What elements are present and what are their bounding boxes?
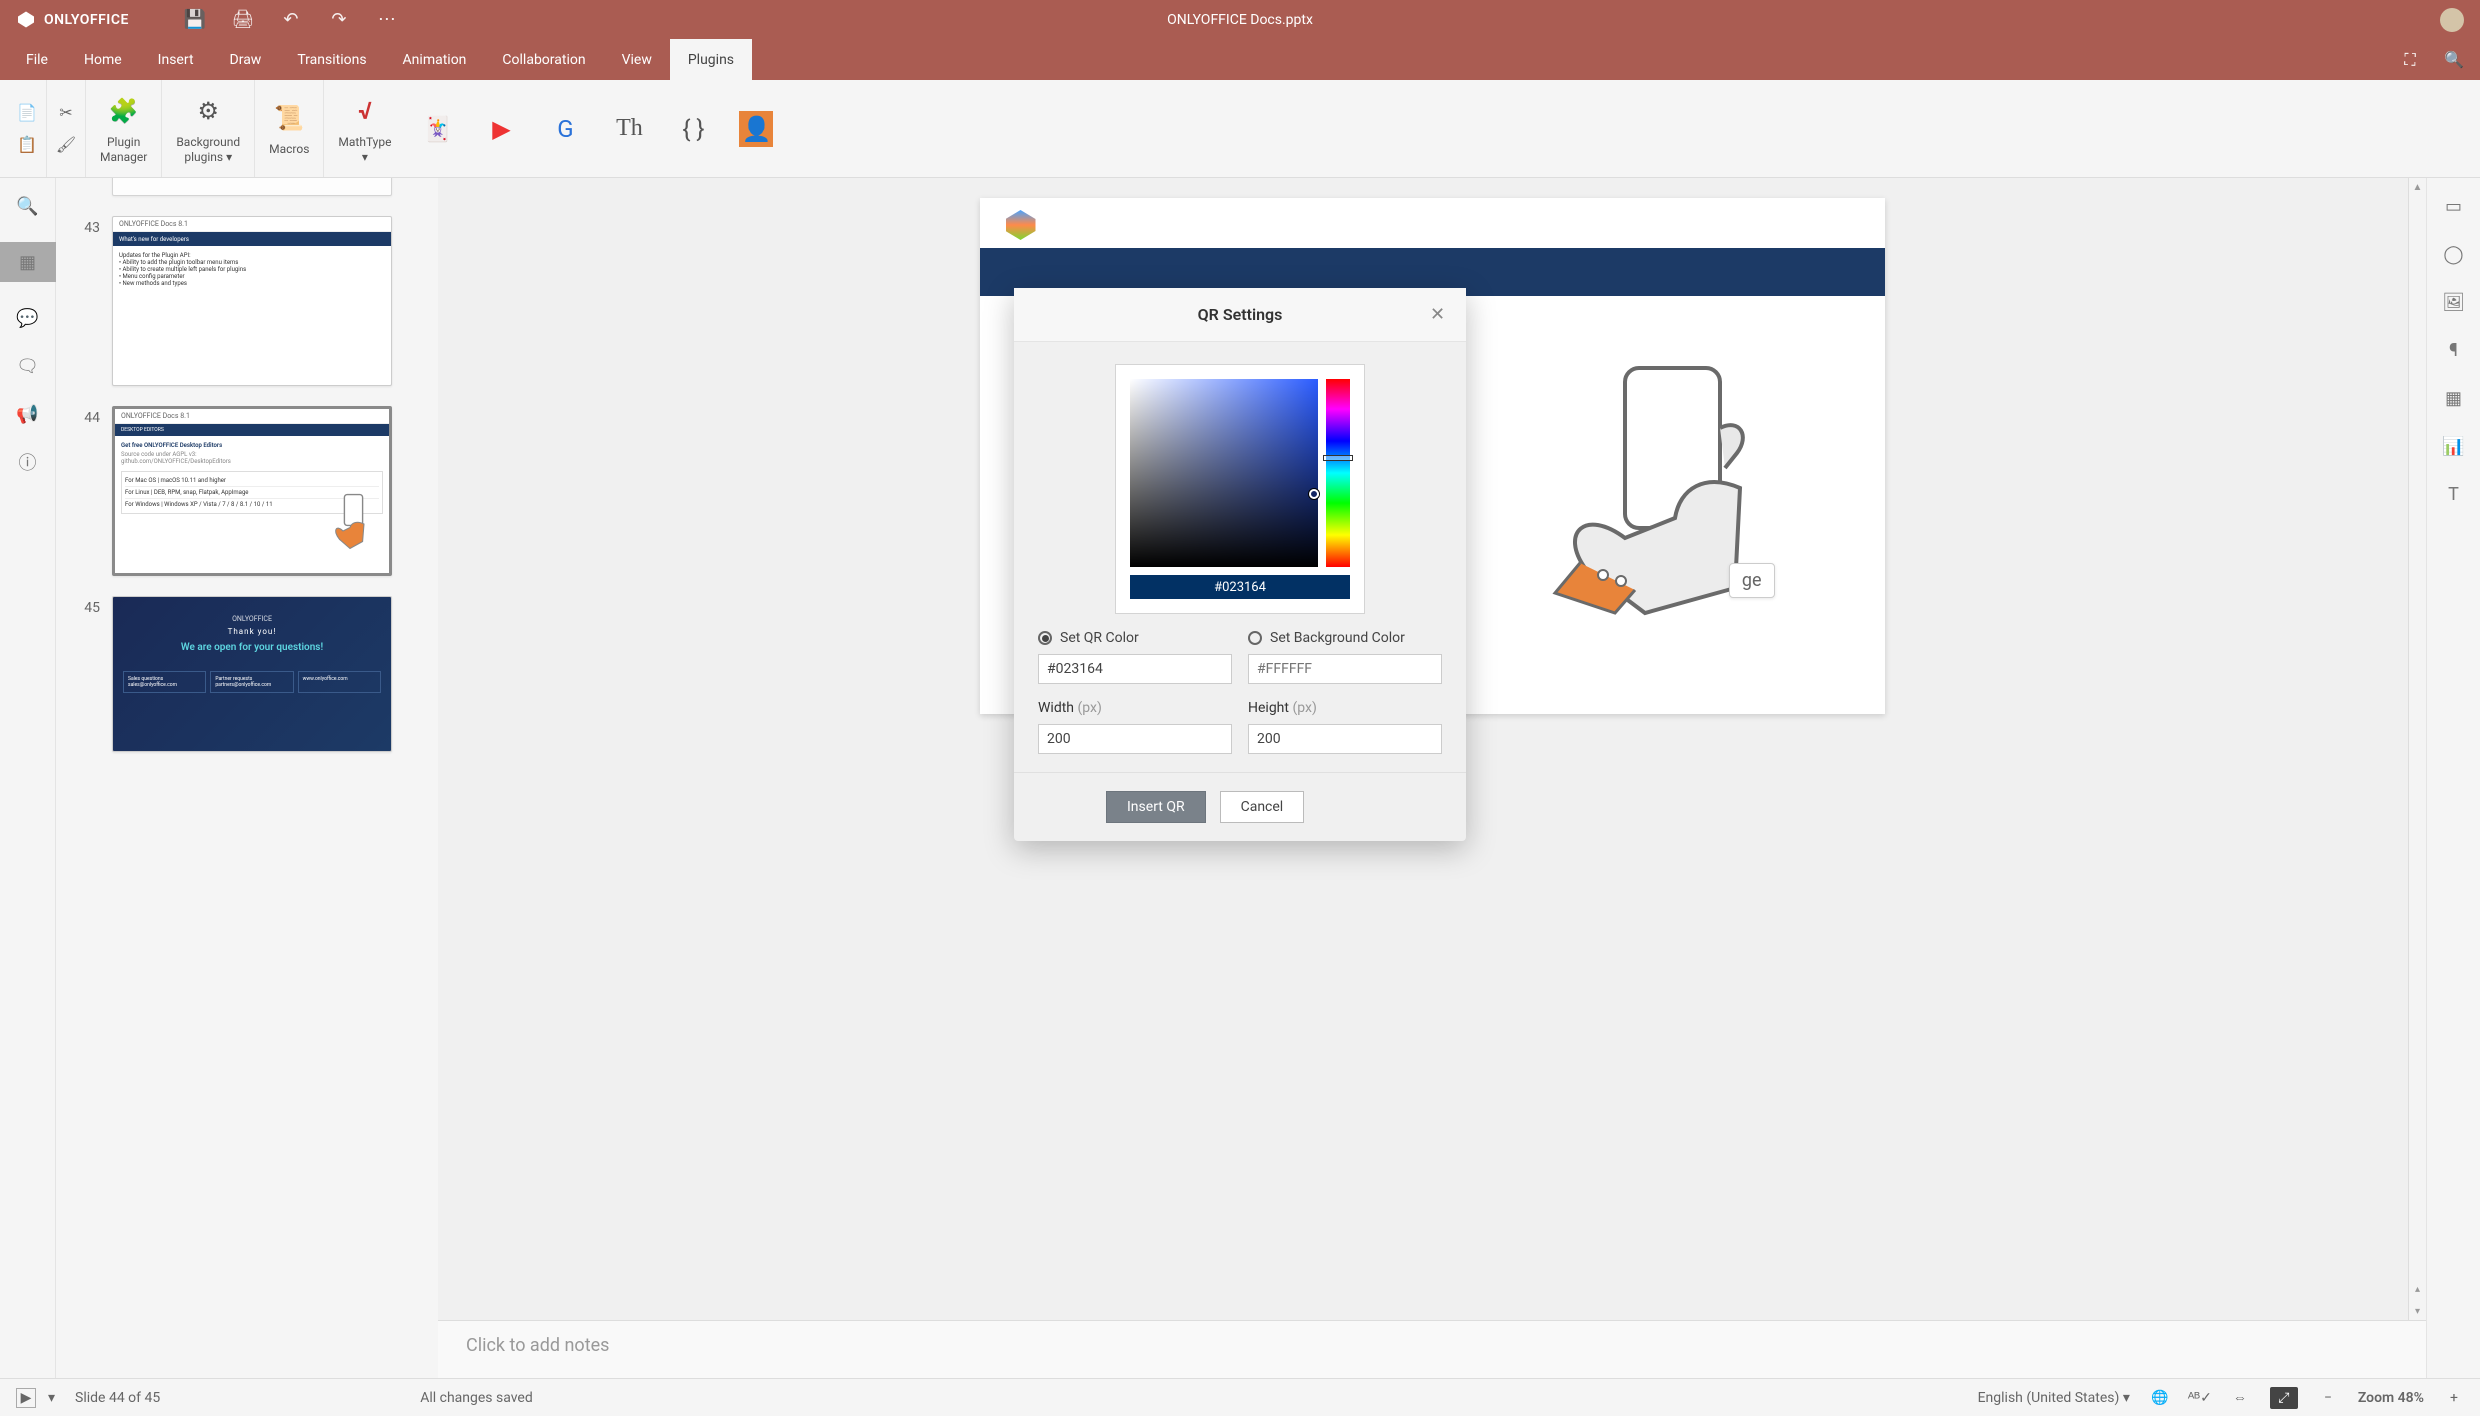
save-status: All changes saved: [420, 1390, 533, 1406]
start-slideshow-button[interactable]: ▶: [16, 1388, 36, 1408]
thesaurus-icon: Th: [611, 111, 647, 147]
print-icon[interactable]: 🖨: [233, 10, 253, 30]
insert-qr-button[interactable]: Insert QR: [1106, 791, 1206, 823]
youtube-plugin[interactable]: ▶: [469, 80, 533, 177]
copy-icon[interactable]: 📄: [16, 102, 38, 124]
bg-color-input[interactable]: [1248, 654, 1442, 684]
cancel-button[interactable]: Cancel: [1220, 791, 1305, 823]
tab-file[interactable]: File: [8, 39, 66, 80]
radio-on-icon: [1038, 631, 1052, 645]
format-painter-icon[interactable]: 🖌: [55, 134, 77, 156]
card-icon: 🃏: [419, 111, 455, 147]
math-icon: √: [347, 93, 383, 129]
color-picker: #023164: [1115, 364, 1365, 614]
zoom-in-button[interactable]: +: [2444, 1388, 2464, 1408]
fit-slide-icon[interactable]: ⤢: [2270, 1387, 2298, 1409]
translate-plugin[interactable]: G: [533, 80, 597, 177]
tab-collaboration[interactable]: Collaboration: [484, 39, 603, 80]
close-icon[interactable]: ✕: [1430, 304, 1450, 324]
fit-width-icon[interactable]: ⇔: [2230, 1388, 2250, 1408]
person-icon: 👤: [739, 111, 773, 147]
ribbon-plugins: 📄 📋 ✂ 🖌 🧩 PluginManager ⚙ Backgroundplug…: [0, 80, 2480, 178]
width-input[interactable]: [1038, 724, 1232, 754]
puzzle-icon: 🧩: [106, 93, 142, 129]
logo-icon: [16, 10, 36, 30]
tab-draw[interactable]: Draw: [212, 39, 280, 80]
zoom-label[interactable]: Zoom 48%: [2358, 1390, 2424, 1406]
tab-plugins[interactable]: Plugins: [670, 39, 752, 80]
code-plugin[interactable]: { }: [661, 80, 725, 177]
document-title: ONLYOFFICE Docs.pptx: [1167, 12, 1313, 28]
hex-display: #023164: [1130, 575, 1350, 599]
radio-off-icon: [1248, 631, 1262, 645]
slideshow-dropdown-icon[interactable]: ▾: [48, 1390, 55, 1406]
set-bg-color-label: Set Background Color: [1270, 630, 1405, 646]
qr-settings-dialog: QR Settings ✕ #023164: [1014, 288, 1466, 841]
mathtype-button[interactable]: √ MathType▾: [324, 80, 405, 177]
set-qr-color-radio[interactable]: Set QR Color: [1038, 630, 1232, 646]
width-label: Width (px): [1038, 700, 1232, 716]
translate-icon: G: [547, 111, 583, 147]
zoom-out-button[interactable]: −: [2318, 1388, 2338, 1408]
height-input[interactable]: [1248, 724, 1442, 754]
slide-counter: Slide 44 of 45: [75, 1390, 160, 1406]
user-avatar[interactable]: [2440, 8, 2464, 32]
thesaurus-plugin[interactable]: Th: [597, 80, 661, 177]
tab-view[interactable]: View: [604, 39, 670, 80]
tab-transitions[interactable]: Transitions: [279, 39, 384, 80]
main-tabs: File Home Insert Draw Transitions Animat…: [0, 39, 2480, 80]
modal-overlay: QR Settings ✕ #023164: [0, 178, 2480, 1378]
sv-cursor[interactable]: [1309, 489, 1319, 499]
macros-icon: 📜: [271, 100, 307, 136]
paste-icon[interactable]: 📋: [16, 134, 38, 156]
braces-icon: { }: [675, 111, 711, 147]
plugin-item-1[interactable]: 🃏: [405, 80, 469, 177]
toggle-icon: ⚙: [190, 93, 226, 129]
main-content: 🔍 ▦ 💬 🗨 📢 ⓘ 43 ONLYOFFICE Docs 8.1 What'…: [0, 178, 2480, 1378]
plugin-manager-button[interactable]: 🧩 PluginManager: [86, 80, 162, 177]
app-name: ONLYOFFICE: [44, 12, 129, 28]
set-qr-color-label: Set QR Color: [1060, 630, 1139, 646]
dialog-title: QR Settings: [1198, 305, 1283, 324]
save-icon[interactable]: 💾: [185, 10, 205, 30]
undo-icon[interactable]: ↶: [281, 10, 301, 30]
spellcheck-icon[interactable]: ᴬᴮ✓: [2190, 1388, 2210, 1408]
qr-color-input[interactable]: [1038, 654, 1232, 684]
set-bg-color-radio[interactable]: Set Background Color: [1248, 630, 1442, 646]
more-icon[interactable]: ⋯: [377, 10, 397, 30]
hue-slider[interactable]: [1326, 379, 1350, 567]
language-selector[interactable]: English (United States) ▾: [1978, 1390, 2130, 1406]
tab-home[interactable]: Home: [66, 39, 140, 80]
cut-icon[interactable]: ✂: [55, 102, 77, 124]
youtube-icon: ▶: [483, 111, 519, 147]
titlebar: ONLYOFFICE 💾 🖨 ↶ ↷ ⋯ ONLYOFFICE Docs.ppt…: [0, 0, 2480, 39]
hue-cursor[interactable]: [1323, 455, 1353, 461]
macros-button[interactable]: 📜 Macros: [255, 80, 324, 177]
statusbar: ▶ ▾ Slide 44 of 45 All changes saved Eng…: [0, 1378, 2480, 1416]
background-plugins-button[interactable]: ⚙ Backgroundplugins ▾: [162, 80, 255, 177]
open-location-icon[interactable]: ⛶: [2400, 50, 2420, 70]
globe-icon[interactable]: 🌐: [2150, 1388, 2170, 1408]
photo-plugin[interactable]: 👤: [725, 80, 787, 177]
height-label: Height (px): [1248, 700, 1442, 716]
tab-animation[interactable]: Animation: [385, 39, 485, 80]
app-logo: ONLYOFFICE: [16, 10, 129, 30]
search-icon[interactable]: 🔍: [2444, 50, 2464, 70]
tab-insert[interactable]: Insert: [140, 39, 212, 80]
saturation-value-box[interactable]: [1130, 379, 1318, 567]
redo-icon[interactable]: ↷: [329, 10, 349, 30]
